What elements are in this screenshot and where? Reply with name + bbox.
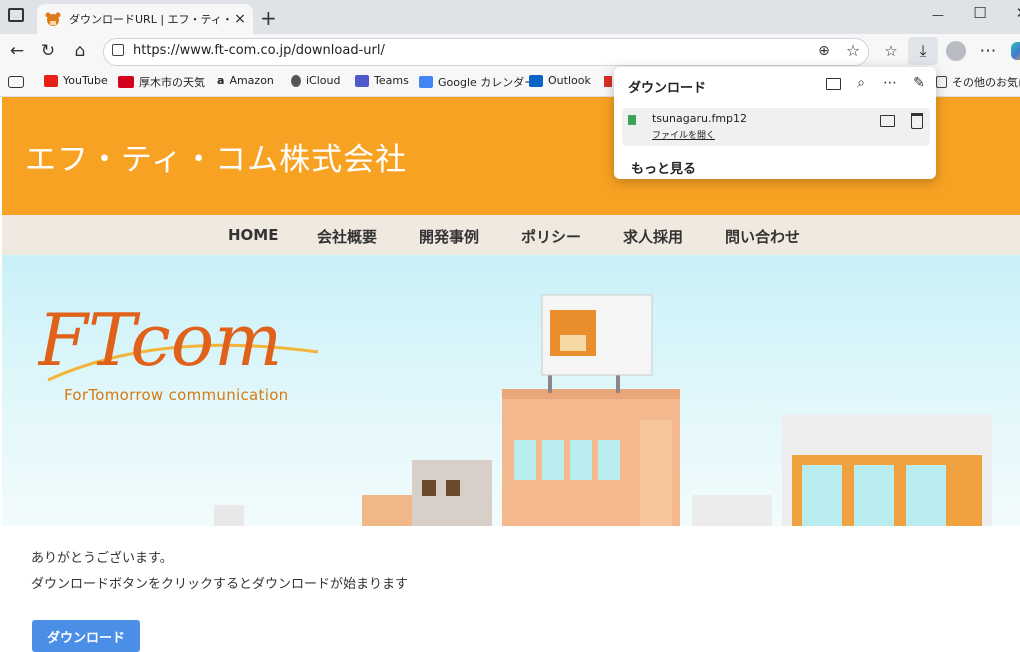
back-icon[interactable]: ← (6, 40, 28, 62)
delete-icon[interactable] (911, 113, 923, 129)
refresh-icon[interactable]: ↻ (37, 40, 59, 62)
favorites-icon[interactable]: ☆ (880, 40, 902, 62)
gmail-icon[interactable] (604, 76, 612, 87)
folder-icon (936, 76, 947, 88)
lock-icon[interactable] (112, 44, 124, 56)
teams-icon (355, 74, 369, 87)
calendar-icon (419, 76, 433, 88)
bookmark-weather[interactable]: 厚木市の天気 (118, 74, 205, 90)
new-tab-button[interactable]: + (260, 6, 277, 30)
bookmark-amazon[interactable]: a Amazon (217, 74, 274, 87)
maximize-button[interactable]: ☐ (966, 4, 994, 22)
tab-title: ダウンロードURL | エフ・ティ・コム株式会 (69, 13, 231, 26)
logo-tagline: ForTomorrow communication (64, 386, 289, 404)
download-instruction: ダウンロードボタンをクリックするとダウンロードが始まります (31, 577, 409, 592)
minimize-button[interactable]: — (924, 8, 952, 22)
thanks-message: ありがとうございます。 (31, 551, 173, 566)
bookmark-teams[interactable]: Teams (355, 74, 409, 87)
menu-item-policy[interactable]: ポリシー (521, 226, 581, 247)
more-options-icon[interactable]: ⋯ (881, 75, 899, 93)
ftcom-logo: FTcom (38, 298, 319, 382)
youtube-icon (44, 74, 58, 87)
copilot-icon[interactable] (1011, 42, 1020, 60)
yahoo-icon (118, 76, 134, 88)
profile-avatar[interactable] (946, 41, 966, 61)
menu-item-home[interactable]: HOME (228, 226, 278, 244)
home-icon[interactable]: ⌂ (69, 40, 91, 62)
file-type-icon (628, 115, 636, 125)
close-window-button[interactable]: ✕ (1008, 4, 1020, 22)
amazon-icon: a (217, 74, 225, 87)
menu-item-contact[interactable]: 問い合わせ (725, 226, 800, 247)
open-folder-icon[interactable] (824, 75, 842, 93)
bear-favicon-icon (45, 12, 61, 26)
bookmark-calendar[interactable]: Google カレンダー (419, 74, 535, 90)
tab-close-icon[interactable]: × (231, 11, 249, 27)
see-more-link[interactable]: もっと見る (631, 158, 696, 177)
bookmark-icloud[interactable]: iCloud (291, 74, 340, 87)
tab-actions-icon[interactable] (8, 8, 24, 22)
site-menu (2, 215, 1020, 255)
download-button[interactable]: ダウンロード (32, 620, 140, 652)
reading-list-icon[interactable] (8, 76, 24, 88)
browser-tab[interactable]: ダウンロードURL | エフ・ティ・コム株式会 × (37, 4, 253, 34)
apple-icon (291, 74, 301, 87)
favorite-star-icon[interactable]: ☆ (842, 40, 864, 62)
downloads-panel-title: ダウンロード (628, 81, 707, 96)
menu-item-recruit[interactable]: 求人採用 (623, 226, 683, 247)
download-filename: tsunagaru.fmp12 (652, 112, 748, 125)
bookmark-youtube[interactable]: YouTube (44, 74, 108, 87)
bookmark-other-folder[interactable]: その他のお気に入 (936, 74, 1020, 90)
search-icon[interactable]: ⌕ (852, 75, 870, 93)
zoom-icon[interactable]: ⊕ (813, 40, 835, 62)
menu-item-company[interactable]: 会社概要 (317, 226, 377, 247)
downloads-button[interactable]: ⤓ (908, 37, 938, 65)
show-in-folder-icon[interactable] (880, 115, 895, 127)
more-menu-icon[interactable]: ⋯ (977, 40, 999, 62)
pin-icon[interactable]: ✎ (910, 75, 928, 93)
bookmark-outlook[interactable]: Outlook (529, 74, 591, 87)
logo-text: FTcom (38, 298, 282, 382)
company-name[interactable]: エフ・ティ・コム株式会社 (25, 134, 407, 179)
open-file-link[interactable]: ファイルを開く (652, 128, 715, 141)
url-text[interactable]: https://www.ft-com.co.jp/download-url/ (133, 43, 385, 58)
menu-item-works[interactable]: 開発事例 (419, 226, 479, 247)
outlook-icon (529, 74, 543, 87)
